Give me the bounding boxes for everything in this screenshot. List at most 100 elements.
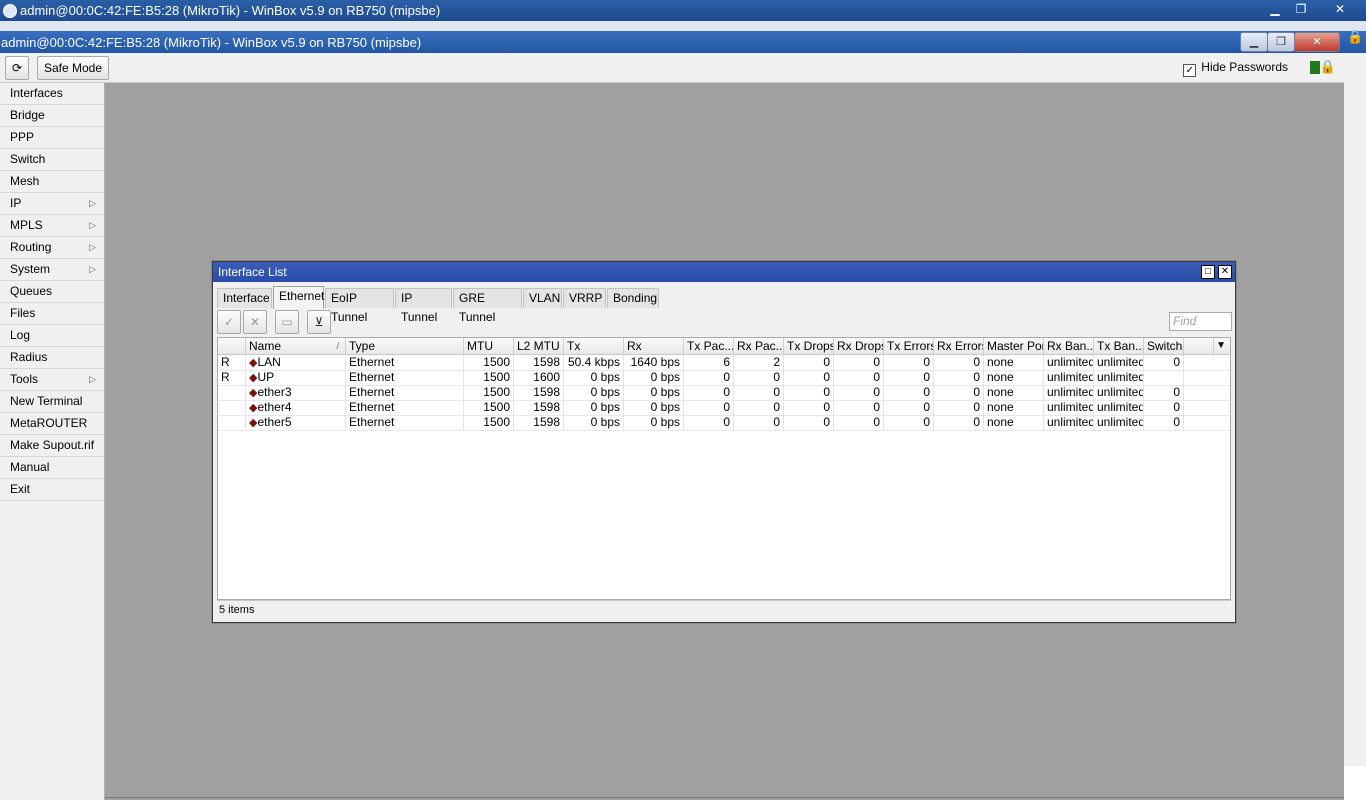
sidebar-item-files[interactable]: Files: [0, 303, 104, 325]
column-header-rxban[interactable]: Rx Ban...: [1044, 338, 1094, 354]
column-header-txp[interactable]: Tx Pac...: [684, 338, 734, 354]
sidebar-item-exit[interactable]: Exit: [0, 479, 104, 501]
column-header-label: Rx: [627, 339, 642, 353]
filter-button[interactable]: ⊻: [307, 310, 331, 334]
column-menu-icon[interactable]: ▼: [1216, 338, 1226, 354]
column-header-master[interactable]: Master Port: [984, 338, 1044, 354]
column-header-rx[interactable]: Rx: [624, 338, 684, 354]
sidebar-item-label: PPP: [10, 130, 35, 144]
column-header-filler: [1184, 338, 1214, 354]
sidebar-item-mpls[interactable]: MPLS ▷: [0, 215, 104, 237]
cell-rx: 0 bps: [624, 370, 684, 385]
maximize-window-button[interactable]: □: [1201, 265, 1215, 279]
inner-restore-button[interactable]: ❐: [1267, 32, 1295, 52]
column-header-label: Switch: [1147, 339, 1183, 353]
cell-master: none: [984, 415, 1044, 430]
sidebar-item-ppp[interactable]: PPP: [0, 127, 104, 149]
close-window-button[interactable]: ✕: [1218, 265, 1232, 279]
column-header-name[interactable]: Name /: [246, 338, 346, 354]
connection-status-indicator: [1310, 61, 1320, 74]
inner-minimize-button[interactable]: ▁: [1240, 32, 1268, 52]
cell-flag: [218, 385, 246, 400]
enable-button[interactable]: ✓: [217, 310, 241, 334]
tab-eoip-tunnel[interactable]: EoIP Tunnel: [325, 288, 394, 324]
column-header-tx[interactable]: Tx: [564, 338, 624, 354]
column-header-type[interactable]: Type: [346, 338, 464, 354]
sidebar-item-label: Interfaces: [10, 86, 63, 100]
tab-ethernet[interactable]: Ethernet: [273, 286, 324, 309]
cell-switch: 0: [1144, 385, 1184, 400]
sidebar-item-make-supout-rif[interactable]: Make Supout.rif: [0, 435, 104, 457]
cell-mtu: 1500: [464, 385, 514, 400]
sidebar-item-queues[interactable]: Queues: [0, 281, 104, 303]
sidebar-item-routing[interactable]: Routing ▷: [0, 237, 104, 259]
sidebar-item-log[interactable]: Log: [0, 325, 104, 347]
column-header-label: Rx Errors: [937, 339, 984, 353]
column-header-rxe[interactable]: Rx Errors: [934, 338, 984, 354]
sidebar-item-interfaces[interactable]: Interfaces: [0, 83, 104, 105]
tab-interface[interactable]: Interface: [217, 288, 272, 308]
safe-mode-button[interactable]: Safe Mode: [37, 56, 109, 80]
column-header-mtu[interactable]: MTU: [464, 338, 514, 354]
table-row[interactable]: ◆ether4 Ethernet 1500 1598 0 bps 0 bps 0 0 0 0 0 0 n…: [218, 400, 1230, 416]
tab-vlan[interactable]: VLAN: [523, 288, 562, 308]
outer-minimize-button[interactable]: ▁: [1266, 2, 1284, 16]
column-header-rxd[interactable]: Rx Drops: [834, 338, 884, 354]
tab-vrrp[interactable]: VRRP: [563, 288, 606, 308]
cell-name: ◆ether4: [246, 400, 346, 415]
column-header-txban[interactable]: Tx Ban...: [1094, 338, 1144, 354]
outer-title-bar[interactable]: admin@00:0C:42:FE:B5:28 (MikroTik) - Win…: [0, 0, 1366, 21]
table-row[interactable]: ◆ether3 Ethernet 1500 1598 0 bps 0 bps 0 0 0 0 0 0 n…: [218, 385, 1230, 401]
hide-passwords-toggle[interactable]: ✓ Hide Passwords: [1183, 60, 1288, 77]
sidebar-item-ip[interactable]: IP ▷: [0, 193, 104, 215]
comment-button[interactable]: ▭: [275, 310, 299, 334]
table-row[interactable]: R ◆UP Ethernet 1500 1600 0 bps 0 bps 0 0 0 0 0 0 none…: [218, 370, 1230, 386]
inner-window-title: admin@00:0C:42:FE:B5:28 (MikroTik) - Win…: [1, 35, 422, 50]
table-row[interactable]: R ◆LAN Ethernet 1500 1598 50.4 kbps 1640 bps 6 2…: [218, 355, 1230, 371]
cell-tx: 0 bps: [564, 385, 624, 400]
cell-txban: unlimited: [1094, 385, 1144, 400]
cell-txban: unlimited: [1094, 355, 1144, 370]
disable-button[interactable]: ✕: [243, 310, 267, 334]
sidebar-item-system[interactable]: System ▷: [0, 259, 104, 281]
main-toolbar: ⟳ Safe Mode ✓ Hide Passwords 🔒: [0, 53, 1344, 83]
ethernet-interface-icon: ◆: [249, 402, 258, 414]
hide-passwords-checkbox[interactable]: ✓: [1183, 64, 1197, 77]
column-header-txe[interactable]: Tx Errors: [884, 338, 934, 354]
cell-rxd: 0: [834, 355, 884, 370]
sidebar-item-bridge[interactable]: Bridge: [0, 105, 104, 127]
sidebar-item-metarouter[interactable]: MetaROUTER: [0, 413, 104, 435]
cell-type: Ethernet: [346, 415, 464, 430]
column-header-flag[interactable]: [218, 338, 246, 354]
sidebar-item-manual[interactable]: Manual: [0, 457, 104, 479]
refresh-button[interactable]: ⟳: [5, 56, 29, 80]
cell-rxban: unlimited: [1044, 415, 1094, 430]
interface-list-title-bar[interactable]: Interface List □ ✕: [213, 262, 1235, 282]
table-header: Name / Type MTU L2 MTU Tx Rx Tx Pac... Rx Pac...…: [218, 338, 1230, 355]
cell-txe: 0: [884, 370, 934, 385]
sidebar-item-radius[interactable]: Radius: [0, 347, 104, 369]
table-row[interactable]: ◆ether5 Ethernet 1500 1598 0 bps 0 bps 0 0 0 0 0 0 n…: [218, 415, 1230, 431]
cell-mtu: 1500: [464, 400, 514, 415]
column-header-txd[interactable]: Tx Drops: [784, 338, 834, 354]
tab-ip-tunnel[interactable]: IP Tunnel: [395, 288, 452, 324]
sidebar-item-tools[interactable]: Tools ▷: [0, 369, 104, 391]
sidebar-item-new-terminal[interactable]: New Terminal: [0, 391, 104, 413]
tab-gre-tunnel[interactable]: GRE Tunnel: [453, 288, 522, 324]
sidebar-item-mesh[interactable]: Mesh: [0, 171, 104, 193]
sidebar-item-label: Mesh: [10, 174, 40, 188]
column-header-label: Name: [249, 339, 282, 353]
column-header-l2mtu[interactable]: L2 MTU: [514, 338, 564, 354]
interface-list-window: Interface List □ ✕ Interface Ethernet EoIP…: [212, 261, 1236, 623]
inner-close-button[interactable]: ✕: [1294, 32, 1340, 52]
column-header-switch[interactable]: Switch: [1144, 338, 1184, 354]
inner-title-bar[interactable]: admin@00:0C:42:FE:B5:28 (MikroTik) - Win…: [0, 31, 1366, 53]
column-header-label: Rx Pac...: [737, 339, 784, 353]
column-header-rxp[interactable]: Rx Pac...: [734, 338, 784, 354]
find-input[interactable]: Find: [1169, 312, 1232, 331]
tab-bonding[interactable]: Bonding: [607, 288, 659, 308]
outer-restore-button[interactable]: ❐: [1292, 2, 1310, 16]
sidebar-item-switch[interactable]: Switch: [0, 149, 104, 171]
sidebar-item-label: Make Supout.rif: [10, 438, 95, 452]
outer-close-button[interactable]: ✕: [1330, 2, 1350, 16]
